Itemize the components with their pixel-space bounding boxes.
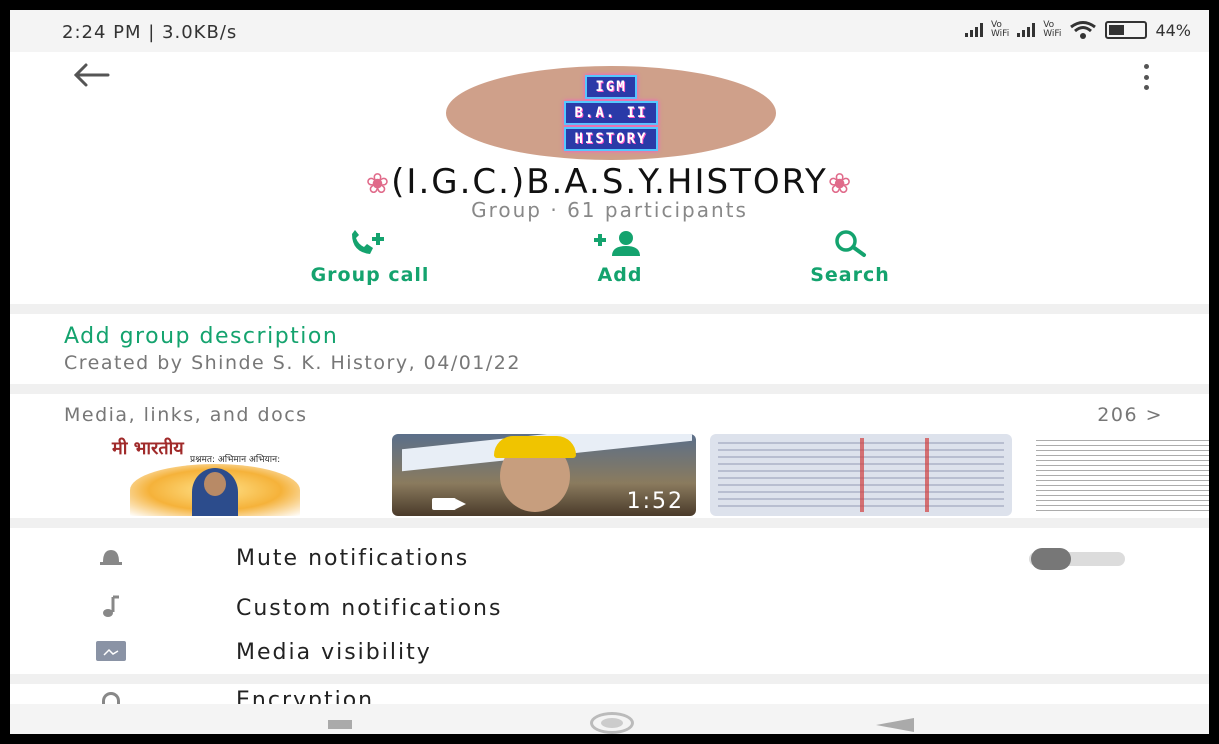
search-label: Search	[810, 264, 890, 286]
description-section: Add group description Created by Shinde …	[10, 314, 1209, 384]
thumb-portrait	[192, 468, 238, 516]
document-column-line	[925, 438, 929, 512]
mute-notifications-label: Mute notifications	[236, 546, 470, 571]
media-thumb-video[interactable]: 1:52	[392, 434, 696, 516]
avatar-line-1: IGM	[585, 75, 637, 99]
custom-notifications-row[interactable]: Custom notifications	[10, 584, 1209, 630]
lock-icon	[102, 692, 120, 704]
more-options-icon[interactable]	[1141, 64, 1151, 90]
vo-wifi-label-1: Vo WiFi	[990, 20, 1010, 39]
group-header: IGM B.A. II HISTORY ❀(I.G.C.)B.A.S.Y.HIS…	[10, 52, 1209, 304]
video-duration: 1:52	[626, 489, 684, 514]
flower-icon-left: ❀	[365, 167, 392, 200]
section-divider	[10, 384, 1209, 394]
media-section: Media, links, and docs 206 > मी भारतीय प…	[10, 394, 1209, 518]
group-call-icon	[352, 230, 384, 254]
group-name[interactable]: ❀(I.G.C.)B.A.S.Y.HISTORY❀	[10, 162, 1209, 202]
section-divider	[10, 304, 1209, 314]
settings-list: Mute notifications Custom notifications …	[10, 528, 1209, 674]
media-count[interactable]: 206 >	[1097, 404, 1163, 426]
media-title[interactable]: Media, links, and docs	[64, 404, 308, 426]
search-button[interactable]: Search	[750, 230, 950, 286]
mute-notifications-toggle[interactable]	[1029, 548, 1125, 570]
media-visibility-label: Media visibility	[236, 640, 432, 665]
system-back-button[interactable]	[876, 718, 914, 732]
flower-icon-right: ❀	[827, 167, 854, 200]
section-divider	[10, 674, 1209, 684]
video-camera-icon	[432, 498, 466, 510]
phone-screen: 2:24 PM | 3.0KB/s Vo WiFi Vo WiFi 44% IG…	[0, 0, 1219, 744]
home-button[interactable]	[590, 712, 634, 734]
status-icons: Vo WiFi Vo WiFi 44%	[964, 20, 1191, 40]
avatar-line-3: HISTORY	[564, 127, 658, 151]
toggle-knob	[1031, 548, 1071, 570]
group-subtitle: Group · 61 participants	[471, 198, 748, 222]
back-arrow-icon[interactable]	[70, 60, 112, 90]
action-bar: Group call Add Search	[10, 230, 1209, 298]
status-bar: 2:24 PM | 3.0KB/s Vo WiFi Vo WiFi 44%	[10, 10, 1209, 52]
media-visibility-row[interactable]: Media visibility	[10, 628, 1209, 674]
battery-percent: 44%	[1155, 20, 1191, 40]
encryption-label: Encryption	[236, 688, 375, 704]
search-icon	[835, 230, 866, 257]
group-avatar[interactable]: IGM B.A. II HISTORY	[446, 66, 776, 160]
text-doc-lines	[1036, 440, 1209, 512]
vo-wifi-label-2: Vo WiFi	[1043, 20, 1062, 39]
mute-notifications-row[interactable]: Mute notifications	[10, 534, 1209, 580]
group-call-button[interactable]: Group call	[270, 230, 470, 286]
add-group-description-link[interactable]: Add group description	[64, 324, 338, 349]
thumb-cap	[494, 436, 576, 458]
image-icon	[96, 638, 126, 664]
add-participant-button[interactable]: Add	[520, 230, 720, 286]
created-by-text: Created by Shinde S. K. History, 04/01/2…	[64, 352, 521, 374]
group-name-text: (I.G.C.)B.A.S.Y.HISTORY	[391, 162, 828, 202]
media-thumb-image-1[interactable]: मी भारतीय प्रश्नमत: अभिमान अभियान:	[100, 434, 350, 516]
encryption-row[interactable]: Encryption	[10, 684, 1209, 704]
avatar-line-2: B.A. II	[564, 101, 658, 125]
signal-icon-1	[964, 23, 983, 37]
recents-button[interactable]	[328, 720, 352, 729]
media-thumb-text-doc[interactable]	[1030, 434, 1209, 516]
media-thumbnails: मी भारतीय प्रश्नमत: अभिमान अभियान: 1:52	[100, 432, 1209, 516]
media-thumb-document[interactable]	[710, 434, 1012, 516]
wifi-icon	[1070, 21, 1097, 39]
battery-icon	[1105, 21, 1148, 39]
group-call-label: Group call	[310, 264, 430, 286]
thumb-hindi-title: मी भारतीय	[112, 438, 184, 459]
add-participant-icon	[594, 231, 640, 256]
system-navbar	[10, 704, 1209, 734]
signal-icon-2	[1017, 23, 1036, 37]
thumb-hindi-subtitle: प्रश्नमत: अभिमान अभियान:	[190, 455, 281, 465]
document-column-line	[860, 438, 864, 512]
bell-icon	[96, 544, 126, 570]
status-time-speed: 2:24 PM | 3.0KB/s	[62, 22, 238, 43]
section-divider	[10, 518, 1209, 528]
music-note-icon	[96, 594, 126, 620]
add-label: Add	[597, 264, 643, 286]
custom-notifications-label: Custom notifications	[236, 596, 503, 621]
